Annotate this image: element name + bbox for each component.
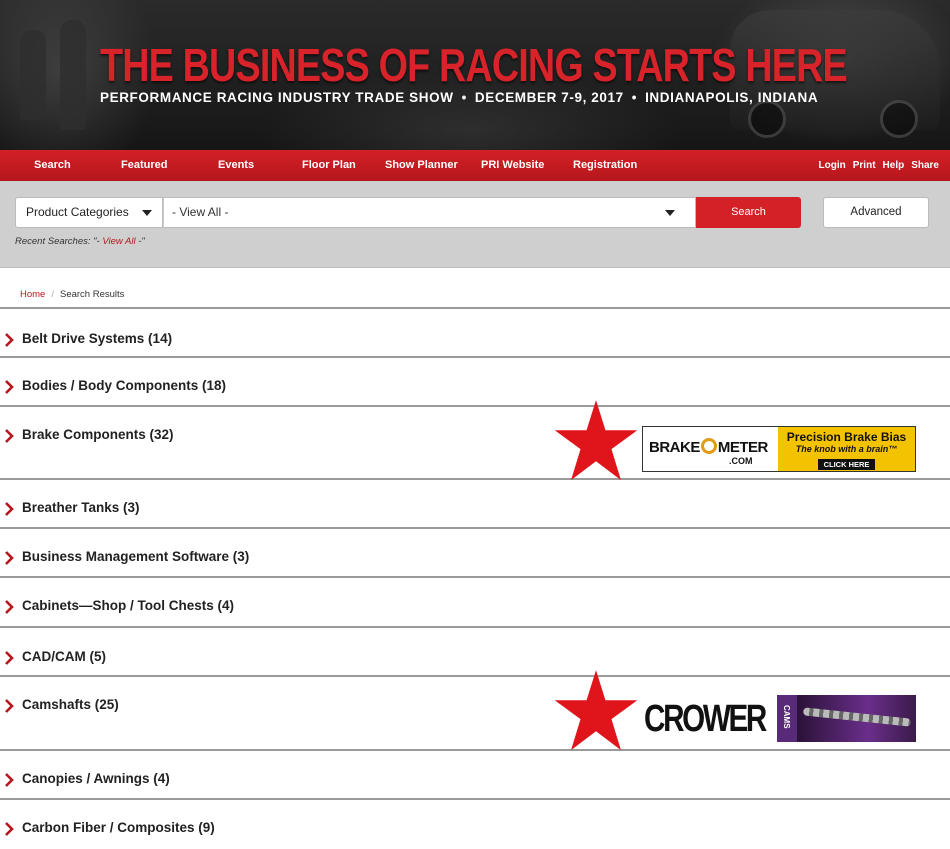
- advanced-search-button[interactable]: Advanced: [823, 197, 929, 228]
- crower-product: CAMS: [782, 705, 791, 729]
- nav-show-planner[interactable]: Show Planner: [385, 150, 458, 181]
- banner-subtitle-separator: •: [461, 90, 467, 105]
- banner-subtitle-location: INDIANAPOLIS, INDIANA: [645, 90, 819, 105]
- list-item[interactable]: Carbon Fiber / Composites (9): [0, 798, 950, 848]
- nav-pri-website[interactable]: PRI Website: [481, 150, 544, 181]
- list-item[interactable]: Bodies / Body Components (18): [0, 356, 950, 405]
- list-item[interactable]: CAD/CAM (5): [0, 626, 950, 675]
- view-all-recent-link[interactable]: View All: [102, 236, 135, 247]
- nav-utility-links: Login Print Help Share: [819, 150, 939, 181]
- list-item-label: Belt Drive Systems (14): [22, 331, 173, 346]
- crower-brand: CROWER: [644, 698, 767, 740]
- nav-search[interactable]: Search: [34, 150, 71, 181]
- featured-star-icon: [554, 670, 638, 751]
- search-button[interactable]: Search: [696, 197, 801, 228]
- list-item-label: Cabinets—Shop / Tool Chests (4): [22, 598, 235, 613]
- nav-featured[interactable]: Featured: [121, 150, 167, 181]
- chevron-right-icon: [5, 600, 14, 614]
- nav-help[interactable]: Help: [883, 150, 905, 181]
- list-item[interactable]: Breather Tanks (3): [0, 478, 950, 527]
- banner-figure: [60, 20, 86, 130]
- banner-subtitle-separator: •: [631, 90, 638, 105]
- brakeometer-logo-meter: METER: [717, 439, 769, 456]
- brakeometer-tagline: The knob with a brain™: [795, 444, 898, 454]
- view-all-select-value: - View All -: [172, 205, 229, 219]
- chevron-right-icon: [5, 699, 14, 713]
- list-item[interactable]: Canopies / Awnings (4): [0, 749, 950, 798]
- chevron-right-icon: [5, 333, 14, 347]
- brakeometer-logo-brake: BRAKE: [649, 439, 700, 456]
- banner-title: THE BUSINESS OF RACING STARTS HERE: [100, 39, 848, 91]
- banner-subtitle-event: PERFORMANCE RACING INDUSTRY TRADE SHOW: [100, 90, 454, 105]
- main-nav: Search Featured Events Floor Plan Show P…: [0, 150, 950, 181]
- gauge-icon: [700, 438, 717, 454]
- camshaft-icon: [802, 707, 912, 727]
- chevron-down-icon: [142, 210, 152, 216]
- chevron-right-icon: [5, 502, 14, 516]
- list-item-label: Breather Tanks (3): [22, 500, 140, 515]
- crower-cams-label: CAMS: [777, 695, 797, 742]
- crower-cams-ad[interactable]: CROWER CAMS: [642, 695, 916, 742]
- chevron-down-icon: [665, 210, 675, 216]
- list-item-label: Business Management Software (3): [22, 549, 250, 564]
- camshaft-image: [797, 695, 916, 742]
- banner-figure: [20, 30, 46, 120]
- list-item-label: Camshafts (25): [22, 697, 119, 712]
- category-list: Belt Drive Systems (14) Bodies / Body Co…: [0, 307, 950, 848]
- view-all-select[interactable]: - View All -: [163, 197, 696, 228]
- list-item[interactable]: Business Management Software (3): [0, 527, 950, 576]
- list-item-label: Brake Components (32): [22, 427, 174, 442]
- banner-subtitle-date: DECEMBER 7-9, 2017: [474, 90, 624, 105]
- nav-registration[interactable]: Registration: [573, 150, 637, 181]
- chevron-right-icon: [5, 429, 14, 443]
- chevron-right-icon: [5, 773, 14, 787]
- list-item-label: Bodies / Body Components (18): [22, 378, 227, 393]
- brakeometer-domain: .COM: [729, 456, 753, 466]
- recent-searches-label: Recent Searches: "-: [15, 236, 100, 247]
- category-select[interactable]: Product Categories: [15, 197, 163, 228]
- breadcrumb-separator: /: [51, 289, 54, 300]
- list-item-label: Carbon Fiber / Composites (9): [22, 820, 215, 835]
- nav-print[interactable]: Print: [853, 150, 876, 181]
- category-select-value: Product Categories: [26, 205, 129, 219]
- recent-searches-suffix: -": [138, 236, 145, 247]
- breadcrumb: Home / Search Results: [20, 289, 124, 300]
- brakeometer-logo: BRAKE METER .COM: [643, 427, 778, 471]
- chevron-right-icon: [5, 380, 14, 394]
- recent-searches: Recent Searches: "- View All -": [15, 236, 145, 247]
- breadcrumb-current: Search Results: [59, 289, 125, 300]
- banner-subtitle: PERFORMANCE RACING INDUSTRY TRADE SHOW • D…: [100, 90, 818, 105]
- chevron-right-icon: [5, 651, 14, 665]
- featured-star-icon: [554, 400, 638, 481]
- chevron-right-icon: [5, 551, 14, 565]
- breadcrumb-home[interactable]: Home: [20, 289, 45, 300]
- search-panel: Product Categories - View All - Search A…: [0, 181, 950, 268]
- list-item[interactable]: Belt Drive Systems (14): [0, 307, 950, 356]
- header-banner: THE BUSINESS OF RACING STARTS HERE PERFO…: [0, 0, 950, 150]
- brakeometer-ad[interactable]: BRAKE METER .COM Precision Brake Bias The…: [642, 426, 916, 472]
- nav-login[interactable]: Login: [819, 150, 846, 181]
- list-item-label: Canopies / Awnings (4): [22, 771, 170, 786]
- nav-share[interactable]: Share: [911, 150, 939, 181]
- brakeometer-headline: Precision Brake Bias: [786, 430, 907, 444]
- list-item[interactable]: Cabinets—Shop / Tool Chests (4): [0, 576, 950, 626]
- chevron-right-icon: [5, 822, 14, 836]
- nav-events[interactable]: Events: [218, 150, 254, 181]
- crower-logo: CROWER: [642, 695, 777, 742]
- nav-floor-plan[interactable]: Floor Plan: [302, 150, 356, 181]
- list-item-label: CAD/CAM (5): [22, 649, 106, 664]
- brakeometer-promo: Precision Brake Bias The knob with a bra…: [778, 427, 915, 471]
- brakeometer-click-here[interactable]: CLICK HERE: [817, 459, 876, 470]
